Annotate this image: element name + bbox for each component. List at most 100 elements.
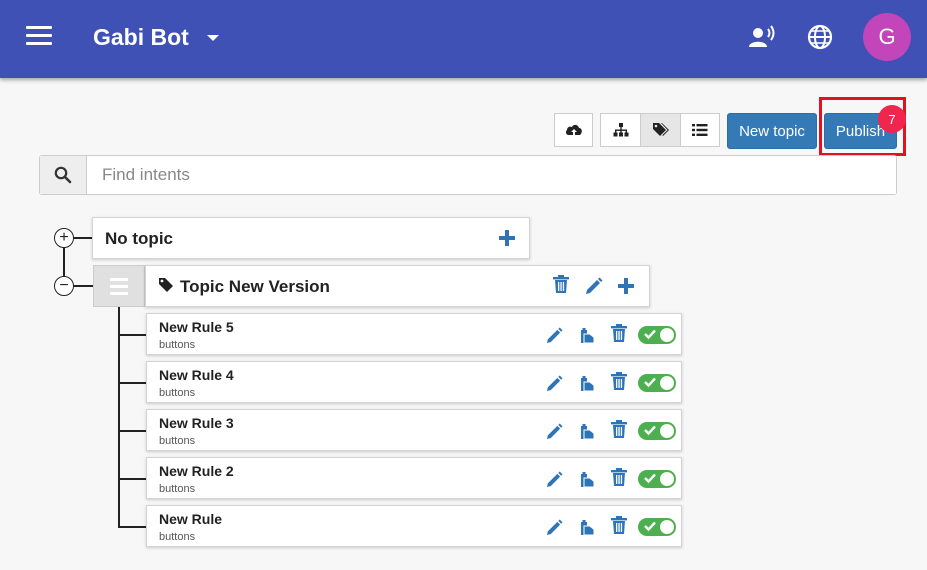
list-icon xyxy=(692,124,708,136)
edit-rule-button[interactable] xyxy=(543,420,565,442)
pencil-icon xyxy=(546,518,563,535)
rule-subtitle: buttons xyxy=(159,483,196,495)
drag-handle[interactable] xyxy=(93,265,145,307)
tree-connector xyxy=(118,526,146,528)
app-bar: Gabi Bot G xyxy=(0,0,927,78)
toggle-knob xyxy=(660,376,674,390)
toggle-knob xyxy=(660,520,674,534)
delete-rule-button[interactable] xyxy=(608,466,630,488)
rule-card[interactable]: New Rule buttons xyxy=(146,505,682,547)
rule-enabled-toggle[interactable] xyxy=(638,518,676,536)
app-title: Gabi Bot xyxy=(93,24,189,50)
pencil-icon xyxy=(546,422,563,439)
topic-name: No topic xyxy=(105,229,173,248)
new-topic-button[interactable]: New topic xyxy=(727,113,817,149)
rule-enabled-toggle[interactable] xyxy=(638,326,676,344)
delete-rule-button[interactable] xyxy=(608,322,630,344)
topic-card-no-topic[interactable]: No topic xyxy=(92,217,530,259)
rule-card[interactable]: New Rule 2 buttons xyxy=(146,457,682,499)
edit-rule-button[interactable] xyxy=(543,468,565,490)
delete-rule-button[interactable] xyxy=(608,418,630,440)
paste-rule-button[interactable] xyxy=(575,324,597,346)
delete-topic-button[interactable] xyxy=(550,273,572,295)
voice-icon[interactable] xyxy=(747,22,777,52)
delete-rule-button[interactable] xyxy=(608,370,630,392)
tree-connector xyxy=(63,247,65,277)
rule-title: New Rule 2 xyxy=(159,463,234,479)
rule-card[interactable]: New Rule 3 buttons xyxy=(146,409,682,451)
paste-rule-button[interactable] xyxy=(575,516,597,538)
tag-icon xyxy=(159,278,173,292)
edit-rule-button[interactable] xyxy=(543,516,565,538)
paste-icon xyxy=(580,328,594,344)
pencil-icon xyxy=(546,470,563,487)
trash-icon xyxy=(611,324,627,342)
expand-topic-button[interactable]: + xyxy=(54,228,74,248)
edit-topic-button[interactable] xyxy=(583,275,605,297)
globe-icon[interactable] xyxy=(805,22,835,52)
toggle-knob xyxy=(660,328,674,342)
tags-view-button[interactable] xyxy=(640,113,681,147)
trash-icon xyxy=(611,372,627,390)
avatar[interactable]: G xyxy=(863,13,911,61)
cloud-upload-button[interactable] xyxy=(554,113,593,147)
rule-title: New Rule xyxy=(159,511,223,527)
trash-icon xyxy=(611,420,627,438)
add-rule-button[interactable] xyxy=(615,275,637,297)
rule-title: New Rule 5 xyxy=(159,319,234,335)
sitemap-icon xyxy=(613,123,628,137)
rule-enabled-toggle[interactable] xyxy=(638,470,676,488)
tree-connector xyxy=(118,478,146,480)
collapse-topic-button[interactable]: − xyxy=(54,276,74,296)
tags-icon xyxy=(652,123,669,136)
tree-view-button[interactable] xyxy=(600,113,641,147)
edit-rule-button[interactable] xyxy=(543,324,565,346)
trash-icon xyxy=(611,468,627,486)
toggle-knob xyxy=(660,472,674,486)
search-bar xyxy=(39,155,897,195)
edit-rule-button[interactable] xyxy=(543,372,565,394)
paste-rule-button[interactable] xyxy=(575,420,597,442)
pencil-icon xyxy=(546,326,563,343)
list-view-button[interactable] xyxy=(680,113,720,147)
pencil-icon xyxy=(586,277,603,294)
check-icon xyxy=(644,473,656,484)
search-icon xyxy=(40,156,87,194)
rule-card[interactable]: New Rule 4 buttons xyxy=(146,361,682,403)
check-icon xyxy=(644,521,656,532)
toggle-knob xyxy=(660,424,674,438)
rule-card[interactable]: New Rule 5 buttons xyxy=(146,313,682,355)
tree-connector xyxy=(118,334,146,336)
rule-enabled-toggle[interactable] xyxy=(638,374,676,392)
topic-card-topic-new-version[interactable]: Topic New Version xyxy=(145,265,650,307)
tree-connector xyxy=(73,285,93,287)
plus-icon xyxy=(618,278,634,294)
paste-icon xyxy=(580,472,594,488)
tree-connector xyxy=(118,430,146,432)
trash-icon xyxy=(553,275,569,293)
rule-subtitle: buttons xyxy=(159,339,196,351)
paste-icon xyxy=(580,520,594,536)
paste-icon xyxy=(580,376,594,392)
topic-name: Topic New Version xyxy=(180,277,330,296)
tree-connector xyxy=(118,307,120,527)
add-rule-button[interactable] xyxy=(496,227,518,249)
rule-subtitle: buttons xyxy=(159,387,196,399)
rule-subtitle: buttons xyxy=(159,531,196,543)
trash-icon xyxy=(611,516,627,534)
paste-rule-button[interactable] xyxy=(575,372,597,394)
chevron-down-icon[interactable] xyxy=(207,35,219,41)
rule-enabled-toggle[interactable] xyxy=(638,422,676,440)
search-input[interactable] xyxy=(88,156,896,194)
paste-icon xyxy=(580,424,594,440)
paste-rule-button[interactable] xyxy=(575,468,597,490)
pencil-icon xyxy=(546,374,563,391)
delete-rule-button[interactable] xyxy=(608,514,630,536)
publish-badge: 7 xyxy=(878,105,906,133)
rule-title: New Rule 4 xyxy=(159,367,234,383)
menu-icon[interactable] xyxy=(26,26,52,50)
cloud-upload-icon xyxy=(565,124,582,135)
tree-connector xyxy=(73,237,93,239)
check-icon xyxy=(644,329,656,340)
tree-connector xyxy=(118,382,146,384)
